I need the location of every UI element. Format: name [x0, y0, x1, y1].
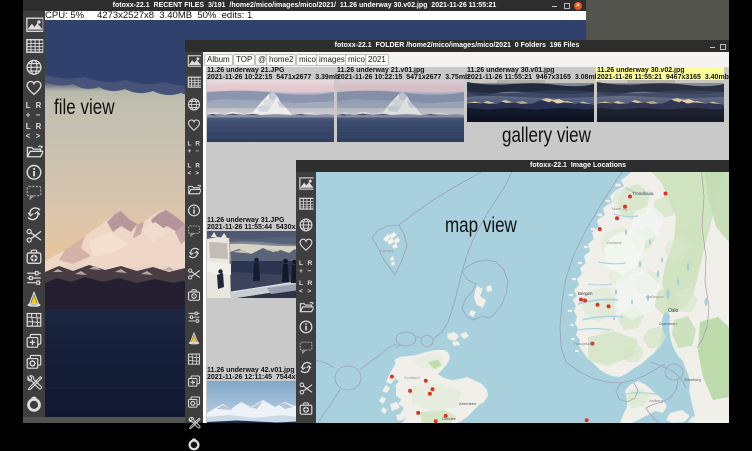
svg-text:Dundee: Dundee	[442, 416, 457, 421]
svg-text:Bergen: Bergen	[578, 291, 593, 296]
svg-text:Drammen: Drammen	[659, 321, 677, 326]
svg-text:Scotland: Scotland	[404, 375, 420, 380]
svg-text:Oslo: Oslo	[668, 308, 679, 314]
svg-text:Haugesund: Haugesund	[574, 341, 594, 346]
svg-text:Føroyar: Føroyar	[380, 248, 395, 253]
svg-text:Aberdeen: Aberdeen	[459, 401, 476, 406]
svg-text:Hallingdal: Hallingdal	[646, 294, 664, 299]
svg-text:Trondheim: Trondheim	[632, 191, 654, 196]
svg-text:Aalborg: Aalborg	[649, 398, 663, 403]
svg-text:Møre og: Møre og	[612, 206, 627, 211]
svg-text:Vestland: Vestland	[606, 240, 621, 245]
svg-text:Göteborg: Göteborg	[684, 377, 701, 382]
